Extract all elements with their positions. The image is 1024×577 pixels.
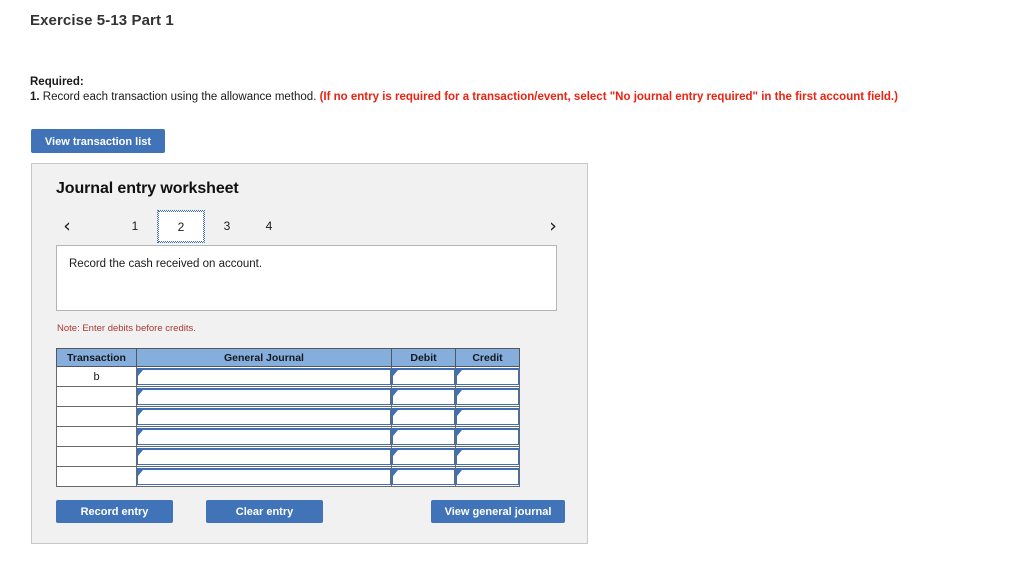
credit-cell[interactable] [455, 406, 520, 427]
required-label: Required: [30, 76, 84, 88]
table-row [56, 466, 520, 487]
dropdown-marker-icon [138, 410, 144, 417]
debit-input-field[interactable] [392, 408, 455, 425]
transaction-label-cell [56, 446, 137, 467]
dropdown-marker-icon [393, 410, 399, 417]
worksheet-tab-2[interactable]: 2 [157, 210, 205, 243]
dropdown-marker-icon [138, 370, 144, 377]
account-select-field[interactable] [137, 368, 391, 385]
column-header-transaction: Transaction [56, 348, 137, 367]
worksheet-title: Journal entry worksheet [56, 180, 239, 197]
credit-input-field[interactable] [456, 388, 519, 405]
journal-entry-worksheet-panel: Journal entry worksheet ‹ 1 2 3 4 › Reco… [31, 163, 588, 544]
general-journal-cell[interactable] [136, 466, 392, 487]
debit-cell[interactable] [391, 366, 456, 387]
credit-cell[interactable] [455, 386, 520, 407]
debit-cell[interactable] [391, 426, 456, 447]
dropdown-marker-icon [393, 470, 399, 477]
credit-input-field[interactable] [456, 468, 519, 485]
table-row [56, 426, 520, 447]
dropdown-marker-icon [457, 370, 463, 377]
debits-before-credits-note: Note: Enter debits before credits. [57, 323, 196, 334]
general-journal-cell[interactable] [136, 446, 392, 467]
dropdown-marker-icon [393, 430, 399, 437]
debit-input-field[interactable] [392, 468, 455, 485]
clear-entry-button[interactable]: Clear entry [206, 500, 323, 523]
credit-cell[interactable] [455, 426, 520, 447]
debit-cell[interactable] [391, 386, 456, 407]
debit-cell[interactable] [391, 446, 456, 467]
required-instructions: Required: 1. Record each transaction usi… [30, 75, 898, 105]
dropdown-marker-icon [457, 470, 463, 477]
general-journal-cell[interactable] [136, 366, 392, 387]
credit-cell[interactable] [455, 466, 520, 487]
transaction-label-cell [56, 466, 137, 487]
transaction-label-cell [56, 426, 137, 447]
dropdown-marker-icon [393, 390, 399, 397]
transaction-label-cell [56, 386, 137, 407]
worksheet-tab-4[interactable]: 4 [246, 211, 292, 242]
debit-cell[interactable] [391, 466, 456, 487]
credit-cell[interactable] [455, 366, 520, 387]
account-select-field[interactable] [137, 388, 391, 405]
transaction-prompt-text: Record the cash received on account. [69, 258, 263, 270]
page-title: Exercise 5-13 Part 1 [30, 12, 174, 29]
general-journal-cell[interactable] [136, 426, 392, 447]
table-header-row: Transaction General Journal Debit Credit [56, 348, 520, 367]
credit-cell[interactable] [455, 446, 520, 467]
credit-input-field[interactable] [456, 368, 519, 385]
dropdown-marker-icon [138, 450, 144, 457]
dropdown-marker-icon [457, 390, 463, 397]
transaction-prompt-box: Record the cash received on account. [56, 245, 557, 311]
required-instruction-text: Record each transaction using the allowa… [39, 91, 320, 103]
view-general-journal-button[interactable]: View general journal [431, 500, 565, 523]
journal-entry-table: Transaction General Journal Debit Credit… [56, 348, 520, 487]
required-item-number: 1. [30, 91, 40, 103]
dropdown-marker-icon [457, 450, 463, 457]
debit-input-field[interactable] [392, 368, 455, 385]
general-journal-cell[interactable] [136, 406, 392, 427]
account-select-field[interactable] [137, 468, 391, 485]
transaction-label-cell [56, 406, 137, 427]
dropdown-marker-icon [457, 430, 463, 437]
dropdown-marker-icon [393, 370, 399, 377]
worksheet-tab-1[interactable]: 1 [112, 211, 158, 242]
required-hint-text: (If no entry is required for a transacti… [319, 91, 898, 103]
dropdown-marker-icon [138, 470, 144, 477]
account-select-field[interactable] [137, 448, 391, 465]
dropdown-marker-icon [138, 390, 144, 397]
transaction-label-cell: b [56, 366, 137, 387]
view-transaction-list-button[interactable]: View transaction list [31, 129, 165, 153]
debit-input-field[interactable] [392, 388, 455, 405]
debit-input-field[interactable] [392, 448, 455, 465]
account-select-field[interactable] [137, 428, 391, 445]
worksheet-tab-3[interactable]: 3 [204, 211, 250, 242]
debit-cell[interactable] [391, 406, 456, 427]
table-row: b [56, 366, 520, 387]
credit-input-field[interactable] [456, 428, 519, 445]
account-select-field[interactable] [137, 408, 391, 425]
credit-input-field[interactable] [456, 408, 519, 425]
dropdown-marker-icon [457, 410, 463, 417]
column-header-credit: Credit [455, 348, 520, 367]
chevron-right-icon[interactable]: › [542, 212, 564, 240]
general-journal-cell[interactable] [136, 386, 392, 407]
dropdown-marker-icon [138, 430, 144, 437]
table-row [56, 446, 520, 467]
debit-input-field[interactable] [392, 428, 455, 445]
column-header-general-journal: General Journal [136, 348, 392, 367]
table-row [56, 406, 520, 427]
credit-input-field[interactable] [456, 448, 519, 465]
record-entry-button[interactable]: Record entry [56, 500, 173, 523]
worksheet-tab-strip: ‹ 1 2 3 4 › [56, 210, 564, 246]
chevron-left-icon[interactable]: ‹ [56, 212, 78, 240]
column-header-debit: Debit [391, 348, 456, 367]
dropdown-marker-icon [393, 450, 399, 457]
table-row [56, 386, 520, 407]
